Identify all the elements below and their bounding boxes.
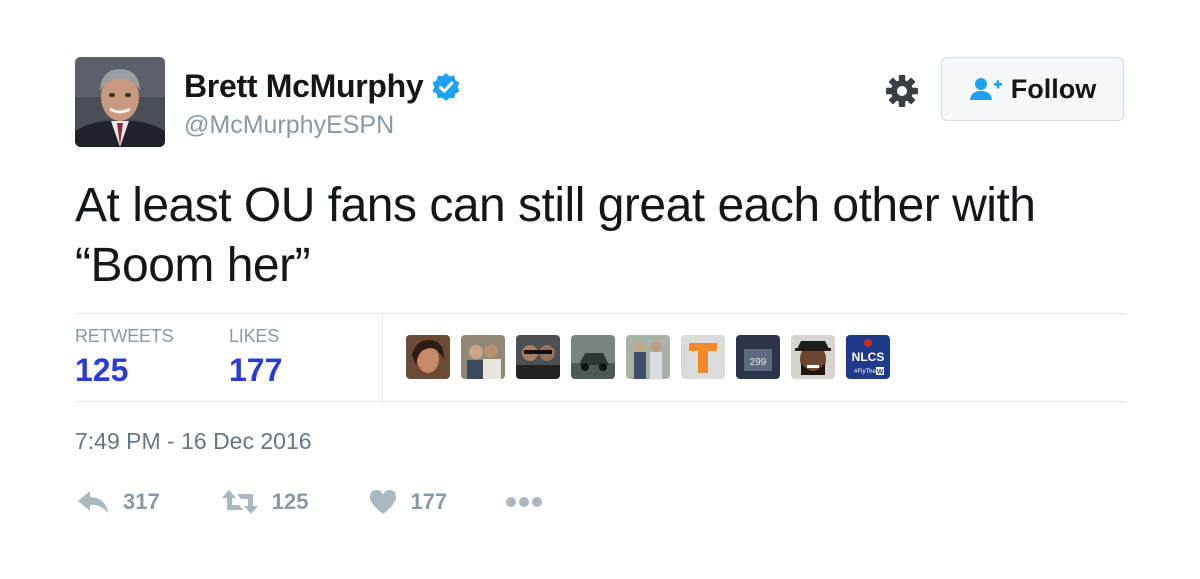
more-dots-icon (506, 497, 543, 507)
retweets-stat[interactable]: RETWEETS 125 (75, 326, 174, 389)
stats-top-divider (75, 313, 1126, 314)
tweet-actions: 317 125 177 (75, 488, 543, 516)
liker-avatar-4[interactable] (571, 335, 615, 379)
verified-badge-icon (432, 72, 460, 101)
follow-button[interactable]: Follow (941, 57, 1124, 121)
liker-avatar-2[interactable] (461, 335, 505, 379)
retweet-icon (221, 490, 258, 514)
stats-vertical-divider (382, 314, 383, 401)
retweets-count: 125 (75, 352, 129, 388)
liker-avatar-6[interactable] (681, 335, 725, 379)
liker-avatar-5[interactable] (626, 335, 670, 379)
liker-avatar-8[interactable] (791, 335, 835, 379)
more-button[interactable] (505, 496, 543, 508)
likes-count: 177 (229, 352, 283, 388)
tweet-text-line-1: At least OU fans can still great each ot… (75, 179, 1036, 232)
liker-avatars: 299 NLCS #FlyThe W (406, 335, 901, 379)
like-button[interactable]: 177 (368, 488, 447, 516)
add-user-icon (969, 78, 1002, 100)
svg-text:299: 299 (750, 357, 767, 368)
author-display-name[interactable]: Brett McMurphy (184, 68, 424, 105)
author-handle[interactable]: @McMurphyESPN (184, 111, 394, 140)
svg-text:NLCS: NLCS (852, 350, 885, 364)
author-name-row[interactable]: Brett McMurphy (184, 68, 461, 105)
liker-avatar-1[interactable] (406, 335, 450, 379)
tweet-text: At least OU fans can still great each ot… (75, 176, 1135, 296)
liker-avatar-3[interactable] (516, 335, 560, 379)
gear-icon[interactable] (884, 73, 920, 109)
tweet-card: Brett McMurphy @McMurphyESPN Follow At l… (0, 0, 1200, 579)
liker-avatar-7[interactable]: 299 (736, 335, 780, 379)
liker-avatar-9[interactable]: NLCS #FlyThe W (846, 335, 890, 379)
svg-text:W: W (877, 369, 884, 376)
author-avatar[interactable] (75, 57, 165, 147)
retweet-button[interactable]: 125 (220, 488, 309, 516)
reply-button[interactable]: 317 (75, 488, 160, 516)
like-count: 177 (410, 489, 448, 514)
reply-icon (78, 491, 108, 513)
heart-icon (370, 490, 397, 514)
follow-button-label: Follow (1010, 73, 1097, 104)
likes-stat[interactable]: LIKES 177 (229, 326, 282, 389)
stats-bottom-divider (75, 401, 1126, 402)
reply-count: 317 (123, 489, 160, 514)
tweet-timestamp[interactable]: 7:49 PM - 16 Dec 2016 (75, 428, 312, 455)
tweet-text-line-2: “Boom her” (75, 239, 311, 292)
retweet-count: 125 (271, 489, 309, 514)
retweets-label: RETWEETS (75, 326, 174, 346)
svg-text:#FlyThe: #FlyThe (854, 369, 876, 375)
likes-label: LIKES (229, 326, 280, 346)
